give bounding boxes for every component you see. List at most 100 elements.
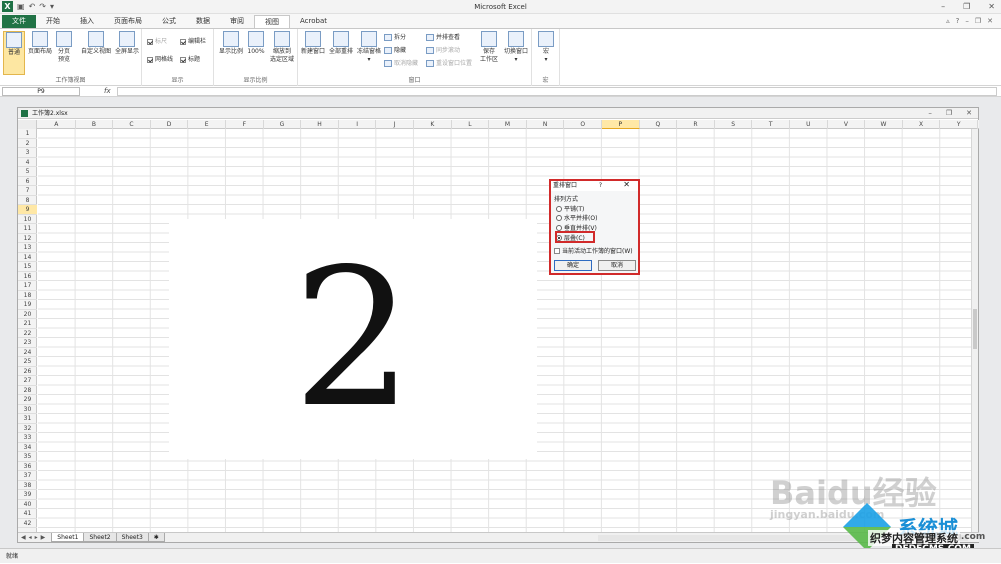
sheet-tab-sheet2[interactable]: Sheet2 (83, 533, 116, 542)
row-header[interactable]: 4 (18, 158, 37, 168)
column-header[interactable]: C (113, 120, 151, 129)
row-header[interactable]: 11 (18, 224, 37, 234)
column-header[interactable]: G (264, 120, 302, 129)
name-box[interactable]: P9 (2, 87, 80, 96)
option-tiled[interactable]: 平铺(T) (556, 204, 584, 213)
row-header[interactable]: 13 (18, 243, 37, 253)
row-header[interactable]: 39 (18, 490, 37, 500)
wb-minimize-icon[interactable]: – (965, 17, 969, 25)
wb-restore-icon[interactable]: ❐ (975, 17, 981, 25)
tab-page-layout[interactable]: 页面布局 (104, 15, 152, 28)
row-header[interactable]: 9 (18, 205, 37, 215)
column-header[interactable]: R (677, 120, 715, 129)
column-header[interactable]: T (752, 120, 790, 129)
column-header[interactable]: J (376, 120, 414, 129)
row-header[interactable]: 1 (18, 129, 37, 139)
column-header[interactable]: A (38, 120, 76, 129)
select-all-corner[interactable] (18, 120, 37, 129)
column-header[interactable]: S (715, 120, 753, 129)
row-header[interactable]: 35 (18, 452, 37, 462)
row-header[interactable]: 12 (18, 234, 37, 244)
column-header[interactable]: K (414, 120, 452, 129)
tab-review[interactable]: 审阅 (220, 15, 254, 28)
cancel-button[interactable]: 取消 (598, 260, 636, 271)
wb-close-icon[interactable]: ✕ (987, 17, 993, 25)
column-header[interactable]: F (226, 120, 264, 129)
tab-home[interactable]: 开始 (36, 15, 70, 28)
tab-data[interactable]: 数据 (186, 15, 220, 28)
row-header[interactable]: 28 (18, 386, 37, 396)
zoom-button[interactable]: 显示比例 (218, 31, 244, 56)
row-header[interactable]: 38 (18, 481, 37, 491)
row-header[interactable]: 18 (18, 291, 37, 301)
macros-button[interactable]: 宏▾ (536, 31, 556, 64)
row-header[interactable]: 40 (18, 500, 37, 510)
column-header[interactable]: V (828, 120, 866, 129)
row-header[interactable]: 8 (18, 196, 37, 206)
row-header[interactable]: 26 (18, 367, 37, 377)
column-header[interactable]: M (489, 120, 527, 129)
formula-bar-checkbox[interactable]: 编辑栏 (180, 37, 206, 46)
sheet-tab-sheet3[interactable]: Sheet3 (116, 533, 149, 542)
row-header[interactable]: 25 (18, 357, 37, 367)
help-icon[interactable]: ? (956, 17, 960, 25)
row-header[interactable]: 37 (18, 471, 37, 481)
next-sheet-icon[interactable]: ▸ (35, 534, 38, 541)
row-header[interactable]: 15 (18, 262, 37, 272)
row-header[interactable]: 7 (18, 186, 37, 196)
freeze-panes-button[interactable]: 冻结窗格▾ (356, 31, 382, 64)
save-icon[interactable]: ▣ (17, 2, 25, 11)
ribbon-minimize-icon[interactable]: ▵ (946, 17, 950, 25)
normal-view-button[interactable]: 普通 (3, 31, 25, 75)
last-sheet-icon[interactable]: ▶ (41, 534, 46, 541)
page-layout-button[interactable]: 页面布局 (27, 31, 53, 56)
row-header[interactable]: 3 (18, 148, 37, 158)
column-header[interactable]: L (452, 120, 490, 129)
row-header[interactable]: 16 (18, 272, 37, 282)
row-header[interactable]: 6 (18, 177, 37, 187)
row-header[interactable]: 17 (18, 281, 37, 291)
row-header[interactable]: 42 (18, 519, 37, 529)
row-header[interactable]: 10 (18, 215, 37, 225)
row-header[interactable]: 30 (18, 405, 37, 415)
page-break-preview-button[interactable]: 分页 预览 (55, 31, 73, 64)
column-header[interactable]: Q (640, 120, 678, 129)
row-header[interactable]: 20 (18, 310, 37, 320)
workbook-restore-icon[interactable]: ❐ (946, 108, 952, 119)
row-header[interactable]: 5 (18, 167, 37, 177)
hide-button[interactable]: 隐藏 (384, 46, 406, 55)
undo-icon[interactable]: ↶ (29, 2, 36, 11)
close-icon[interactable]: ✕ (988, 2, 995, 11)
vertical-scrollbar[interactable] (971, 129, 978, 534)
option-horizontal[interactable]: 水平并排(O) (556, 213, 597, 222)
tab-formulas[interactable]: 公式 (152, 15, 186, 28)
sheet-tab-sheet1[interactable]: Sheet1 (51, 533, 84, 542)
restore-icon[interactable]: ❐ (963, 2, 970, 11)
gridlines-checkbox[interactable]: 网格线 (147, 55, 173, 64)
row-header[interactable]: 33 (18, 433, 37, 443)
first-sheet-icon[interactable]: ◀ (21, 534, 26, 541)
fx-icon[interactable]: fx (104, 87, 111, 95)
full-screen-button[interactable]: 全屏显示 (113, 31, 141, 56)
prev-sheet-icon[interactable]: ◂ (29, 534, 32, 541)
row-header[interactable]: 23 (18, 338, 37, 348)
row-header[interactable]: 34 (18, 443, 37, 453)
split-button[interactable]: 拆分 (384, 33, 406, 42)
row-header[interactable]: 31 (18, 414, 37, 424)
arrange-all-button[interactable]: 全部重排 (328, 31, 354, 56)
custom-views-button[interactable]: 自定义视图 (80, 31, 112, 56)
column-header[interactable]: D (151, 120, 189, 129)
active-workbook-checkbox[interactable]: 当前活动工作簿的窗口(W) (554, 246, 633, 255)
row-header[interactable]: 36 (18, 462, 37, 472)
dialog-help-icon[interactable]: ? (599, 181, 602, 191)
column-header[interactable]: O (564, 120, 602, 129)
scroll-thumb[interactable] (973, 309, 977, 349)
tab-file[interactable]: 文件 (2, 15, 36, 28)
workbook-minimize-icon[interactable]: – (928, 108, 932, 119)
customize-qa-icon[interactable]: ▾ (50, 2, 54, 11)
column-header[interactable]: W (865, 120, 903, 129)
new-window-button[interactable]: 新建窗口 (300, 31, 326, 56)
tab-acrobat[interactable]: Acrobat (290, 15, 337, 28)
unhide-button[interactable]: 取消隐藏 (384, 59, 418, 68)
row-header[interactable]: 19 (18, 300, 37, 310)
